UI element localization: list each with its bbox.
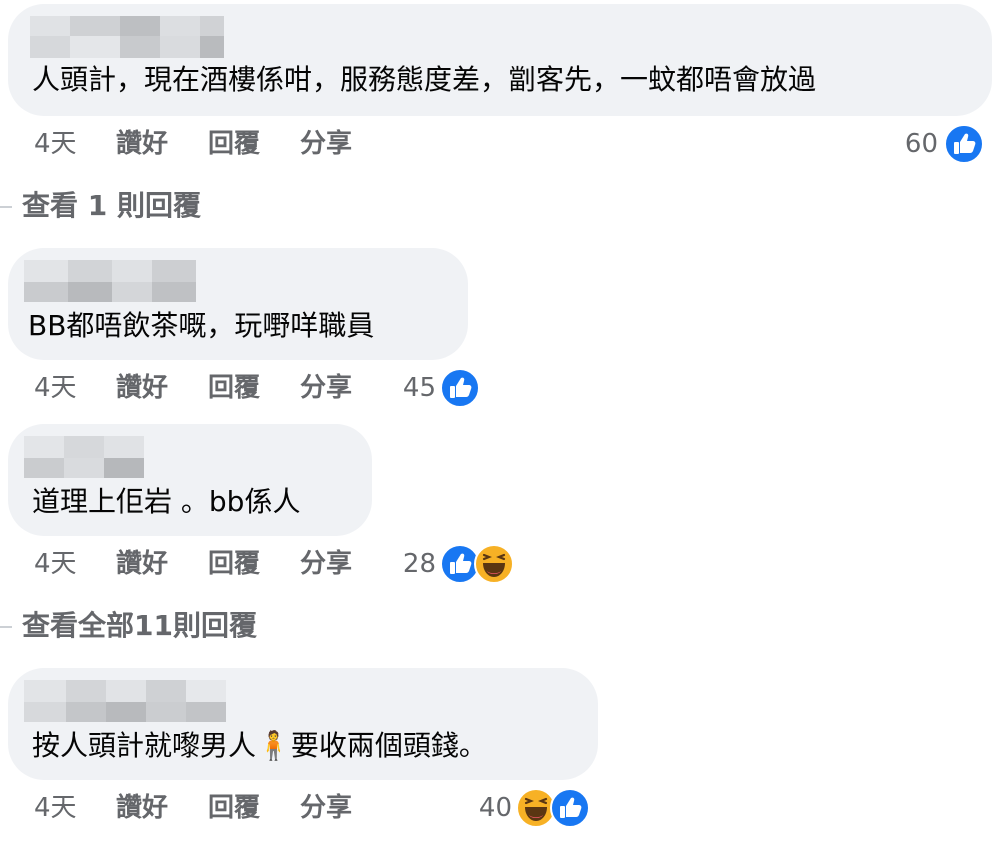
comment-time[interactable]: 4天 [34,544,77,584]
reaction-count[interactable]: 60 [880,124,938,164]
comment-time[interactable]: 4天 [34,788,77,828]
view-replies-link[interactable]: 查看全部11則回覆 [22,606,257,646]
like-button[interactable]: 讚好 [116,788,168,828]
comment-time[interactable]: 4天 [34,124,77,164]
like-icon[interactable] [944,124,984,164]
reply-button[interactable]: 回覆 [208,124,260,164]
comment-time[interactable]: 4天 [34,368,77,408]
thread-line [0,626,12,628]
comment-bubble: 人頭計，現在酒樓係咁，服務態度差，劏客先，一蚊都唔會放過 [8,4,992,116]
thread-line [0,206,12,208]
reaction-count[interactable]: 40 [456,788,512,828]
share-button[interactable]: 分享 [300,788,352,828]
comment-text: 道理上佢岩 。bb係人 [32,485,301,518]
like-button[interactable]: 讚好 [116,544,168,584]
haha-icon[interactable] [474,544,514,584]
comment-text: 人頭計，現在酒樓係咁，服務態度差，劏客先，一蚊都唔會放過 [32,63,817,96]
reaction-count[interactable]: 45 [378,368,436,408]
share-button[interactable]: 分享 [300,368,352,408]
view-replies-link[interactable]: 查看 1 則回覆 [22,186,201,226]
reply-button[interactable]: 回覆 [208,368,260,408]
like-button[interactable]: 讚好 [116,368,168,408]
share-button[interactable]: 分享 [300,124,352,164]
comment-actions: 4天 讚好 回覆 分享 60 [0,124,1000,164]
share-button[interactable]: 分享 [300,544,352,584]
comment-text: BB都唔飲茶嘅，玩嘢咩職員 [28,309,375,342]
comment-actions: 4天 讚好 回覆 分享 45 [0,368,1000,408]
reply-button[interactable]: 回覆 [208,544,260,584]
like-icon[interactable] [550,788,590,828]
comment-actions: 4天 讚好 回覆 分享 28 [0,544,1000,584]
comment-text: 按人頭計就嚟男人🧍要收兩個頭錢。 [32,729,487,762]
comment-actions: 4天 讚好 回覆 分享 40 [0,788,1000,828]
comment-bubble: 按人頭計就嚟男人🧍要收兩個頭錢。 [8,668,598,780]
like-button[interactable]: 讚好 [116,124,168,164]
reaction-count[interactable]: 28 [380,544,436,584]
comment-bubble: 道理上佢岩 。bb係人 [8,424,372,536]
reply-button[interactable]: 回覆 [208,788,260,828]
like-icon[interactable] [440,368,480,408]
comment-bubble: BB都唔飲茶嘅，玩嘢咩職員 [8,248,468,360]
